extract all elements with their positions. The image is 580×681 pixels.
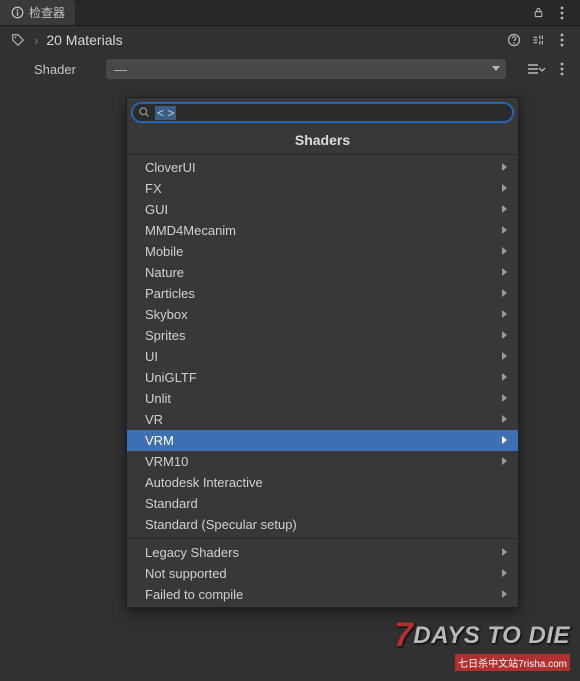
shader-dropdown[interactable]: —	[106, 59, 506, 79]
tab-title: 检查器	[29, 4, 65, 21]
list-item[interactable]: Sprites	[127, 325, 518, 346]
dropdown-title: Shaders	[127, 126, 518, 155]
shader-dropdown-panel: < > Shaders CloverUIFXGUIMMD4MecanimMobi…	[126, 97, 519, 608]
list-item[interactable]: FX	[127, 178, 518, 199]
help-icon[interactable]	[506, 32, 522, 48]
list-item[interactable]: Failed to compile	[127, 584, 518, 605]
search-icon	[138, 106, 150, 121]
list-item[interactable]: VRM10	[127, 451, 518, 472]
shader-value: —	[114, 62, 127, 77]
kebab-menu-icon[interactable]	[554, 32, 570, 48]
watermark: 7DAYS TO DIE 七日杀中文站7risha.com	[394, 616, 570, 671]
kebab-menu-icon[interactable]	[554, 61, 570, 77]
list-item[interactable]: Skybox	[127, 304, 518, 325]
list-icon[interactable]	[526, 61, 548, 77]
list-item[interactable]: CloverUI	[127, 157, 518, 178]
list-item[interactable]: MMD4Mecanim	[127, 220, 518, 241]
list-item[interactable]: Autodesk Interactive	[127, 472, 518, 493]
list-item[interactable]: VR	[127, 409, 518, 430]
info-icon	[10, 6, 24, 20]
list-item[interactable]: Not supported	[127, 563, 518, 584]
list-item[interactable]: Standard (Specular setup)	[127, 514, 518, 535]
list-item[interactable]: Mobile	[127, 241, 518, 262]
breadcrumb-sep: ›	[34, 33, 38, 48]
object-title: 20 Materials	[46, 32, 122, 48]
shader-list: CloverUIFXGUIMMD4MecanimMobileNaturePart…	[127, 155, 518, 607]
list-item[interactable]: GUI	[127, 199, 518, 220]
search-input[interactable]: < >	[132, 103, 513, 122]
lock-icon[interactable]	[530, 5, 546, 21]
list-item[interactable]: Standard	[127, 493, 518, 514]
kebab-menu-icon[interactable]	[554, 5, 570, 21]
tab-bar: 检查器	[0, 0, 580, 26]
search-value: < >	[155, 106, 176, 120]
preset-icon[interactable]	[530, 32, 546, 48]
list-item[interactable]: Nature	[127, 262, 518, 283]
list-item[interactable]: UniGLTF	[127, 367, 518, 388]
list-item[interactable]: Legacy Shaders	[127, 542, 518, 563]
list-item[interactable]: Particles	[127, 283, 518, 304]
tag-icon	[10, 32, 26, 48]
list-item[interactable]: UI	[127, 346, 518, 367]
list-item[interactable]: Unlit	[127, 388, 518, 409]
watermark-main: DAYS TO DIE	[413, 622, 570, 649]
watermark-sub: 七日杀中文站7risha.com	[455, 654, 570, 671]
watermark-prefix: 7	[394, 616, 413, 654]
inspector-tab[interactable]: 检查器	[0, 0, 75, 25]
list-item[interactable]: VRM	[127, 430, 518, 451]
shader-row: Shader —	[0, 54, 580, 84]
shader-label: Shader	[34, 62, 96, 77]
object-header: › 20 Materials	[0, 26, 580, 54]
